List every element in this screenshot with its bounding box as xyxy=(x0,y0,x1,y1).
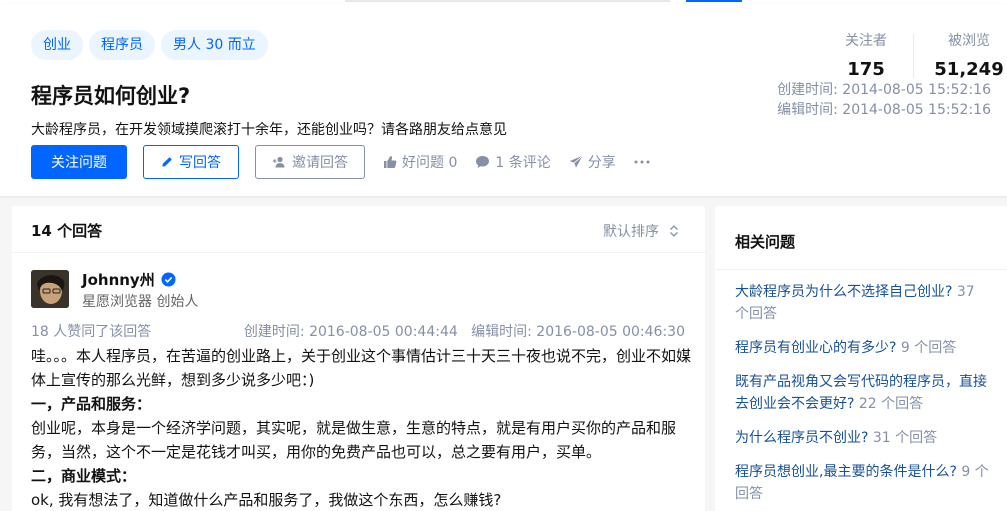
views-stat: 被浏览 51,249 xyxy=(931,30,1007,80)
answers-divider xyxy=(12,252,705,253)
related-question-count: 22 个回答 xyxy=(858,396,924,412)
answers-count: 14 个回答 xyxy=(31,222,103,240)
good-question-label: 好问题 0 xyxy=(402,155,458,171)
topic-tags: 创业 程序员 男人 30 而立 xyxy=(31,30,268,60)
question-edited-time: 编辑时间: 2014-08-05 15:52:16 xyxy=(777,102,991,118)
question-dates: 创建时间: 2014-08-05 15:52:16 编辑时间: 2014-08-… xyxy=(777,80,991,120)
related-question-link[interactable]: 程序员有创业心的有多少? xyxy=(735,340,896,356)
comments-label: 1 条评论 xyxy=(495,155,551,171)
ask-button-edge[interactable] xyxy=(686,0,742,2)
answer-dates: 创建时间: 2016-08-05 00:44:44 编辑时间: 2016-08-… xyxy=(244,321,685,341)
question-header: 创业 程序员 男人 30 而立 程序员如何创业? 大龄程序员，在开发领域摸爬滚打… xyxy=(0,4,1007,196)
answer-paragraph: 哇。。。本人程序员，在苦逼的创业路上，关于创业这个事情估计三十天三十夜也说不完，… xyxy=(31,347,692,389)
related-divider xyxy=(715,269,1007,270)
answer-subheading: 二，商业模式： xyxy=(31,467,137,485)
comment-bubble-icon xyxy=(475,155,490,169)
followers-count: 175 xyxy=(847,59,885,80)
comments-button[interactable]: 1 条评论 xyxy=(475,152,551,172)
related-question-link[interactable]: 大龄程序员为什么不选择自己创业? xyxy=(735,284,952,300)
add-user-icon xyxy=(272,156,286,168)
follow-question-label: 关注问题 xyxy=(51,155,107,171)
related-question-item: 程序员有创业心的有多少? 9 个回答 xyxy=(735,337,993,359)
question-actions: 关注问题 写回答 邀请回答 好问题 0 1 条评论 分享 xyxy=(31,145,655,179)
more-button[interactable] xyxy=(634,160,655,164)
sort-chevrons-icon xyxy=(669,224,679,238)
share-button[interactable]: 分享 xyxy=(569,152,616,172)
related-question-count: 31 个回答 xyxy=(872,430,938,446)
related-questions-title: 相关问题 xyxy=(735,233,796,251)
invite-answer-button[interactable]: 邀请回答 xyxy=(255,145,365,179)
follow-question-button[interactable]: 关注问题 xyxy=(31,145,127,179)
question-created-time: 创建时间: 2014-08-05 15:52:16 xyxy=(777,82,991,98)
question-detail: 大龄程序员，在开发领域摸爬滚打十余年，还能创业吗？请各路朋友给点意见 xyxy=(31,122,507,138)
views-count: 51,249 xyxy=(934,59,1004,80)
answers-card: 14 个回答 默认排序 Johnny州 星愿浏览器 创始人 18 人赞同了该回答… xyxy=(12,206,705,511)
related-question-link[interactable]: 为什么程序员不创业? xyxy=(735,430,868,446)
related-questions-list: 大龄程序员为什么不选择自己创业? 37 个回答 程序员有创业心的有多少? 9 个… xyxy=(735,281,993,511)
good-question-button[interactable]: 好问题 0 xyxy=(383,152,457,172)
write-answer-button[interactable]: 写回答 xyxy=(143,145,239,179)
avatar[interactable] xyxy=(31,270,69,308)
topic-tag[interactable]: 程序员 xyxy=(89,30,155,60)
answer-content: 哇。。。本人程序员，在苦逼的创业路上，关于创业这个事情估计三十天三十夜也说不完，… xyxy=(31,344,691,511)
related-questions-card: 相关问题 大龄程序员为什么不选择自己创业? 37 个回答 程序员有创业心的有多少… xyxy=(715,206,1007,511)
share-label: 分享 xyxy=(587,155,616,171)
write-answer-label: 写回答 xyxy=(179,155,221,171)
invite-answer-label: 邀请回答 xyxy=(292,155,348,171)
answer-created-time: 创建时间: 2016-08-05 00:44:44 xyxy=(243,324,458,340)
related-question-link[interactable]: 程序员想创业,最主要的条件是什么? xyxy=(735,464,957,480)
answer-paragraph: ok, 我有想法了，知道做什么产品和服务了，我做这个东西，怎么赚钱? xyxy=(31,491,502,509)
verified-badge-icon xyxy=(161,272,176,287)
topic-tag[interactable]: 男人 30 而立 xyxy=(161,30,268,60)
views-label: 被浏览 xyxy=(948,33,990,49)
author-name[interactable]: Johnny州 xyxy=(82,269,176,290)
stats-divider xyxy=(913,34,914,78)
followers-label: 关注者 xyxy=(845,33,887,49)
topic-tag[interactable]: 创业 xyxy=(31,30,83,60)
question-title: 程序员如何创业? xyxy=(31,84,191,108)
related-question-item: 为什么程序员不创业? 31 个回答 xyxy=(735,427,993,449)
related-question-item: 大龄程序员为什么不选择自己创业? 37 个回答 xyxy=(735,281,993,325)
pencil-icon xyxy=(161,156,173,168)
author-bio: 星愿浏览器 创始人 xyxy=(82,294,199,310)
thumbs-up-icon xyxy=(383,155,397,169)
related-question-count: 9 个回答 xyxy=(900,340,957,356)
author-name-text: Johnny州 xyxy=(82,271,155,289)
more-dots-icon xyxy=(634,160,650,164)
followers-stat[interactable]: 关注者 175 xyxy=(829,30,903,80)
paper-plane-icon xyxy=(569,155,583,169)
answer-subheading: 一，产品和服务： xyxy=(31,395,152,413)
search-input-edge[interactable] xyxy=(345,0,670,2)
sort-label: 默认排序 xyxy=(603,224,659,240)
sort-dropdown[interactable]: 默认排序 xyxy=(603,221,679,241)
answer-votes: 18 人赞同了该回答 xyxy=(31,324,152,340)
related-question-item: 程序员想创业,最主要的条件是什么? 9 个回答 xyxy=(735,461,993,505)
answer-edited-time: 编辑时间: 2016-08-05 00:46:30 xyxy=(471,324,685,340)
related-question-item: 既有产品视角又会写代码的程序员，直接去创业会不会更好? 22 个回答 xyxy=(735,371,993,415)
answer-paragraph: 创业呢，本身是一个经济学问题，其实呢，就是做生意，生意的特点，就是有用户买你的产… xyxy=(31,419,677,461)
